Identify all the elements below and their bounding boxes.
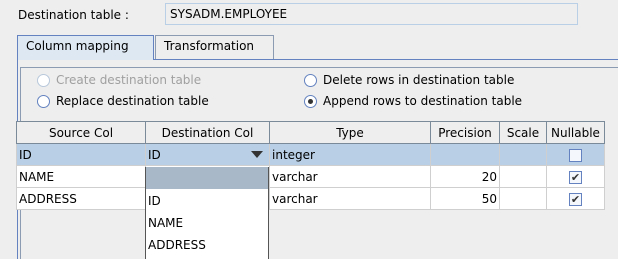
table-header-row: Source Col Destination Col Type Precisio… (16, 121, 605, 144)
precision-cell[interactable]: 20 (430, 165, 500, 188)
header-scale[interactable]: Scale (499, 121, 547, 144)
append-rows-option[interactable]: Append rows to destination table (304, 94, 522, 108)
nullable-cell[interactable]: ✔ (546, 165, 605, 188)
table-row[interactable]: NAME varchar 20 ✔ (16, 165, 605, 188)
delete-rows-option[interactable]: Delete rows in destination table (304, 73, 514, 87)
header-type[interactable]: Type (269, 121, 431, 144)
scale-cell[interactable] (499, 187, 547, 210)
nullable-checkbox[interactable]: ✔ (568, 170, 582, 184)
nullable-cell[interactable]: ✔ (546, 187, 605, 210)
nullable-checkbox[interactable]: ✔ (568, 192, 582, 206)
source-cell[interactable]: ADDRESS (16, 187, 146, 210)
header-source-col[interactable]: Source Col (16, 121, 146, 144)
destination-value: ID (148, 147, 161, 162)
create-dest-radio (37, 73, 50, 87)
header-precision[interactable]: Precision (430, 121, 500, 144)
destination-table-label: Destination table : (18, 8, 129, 22)
destination-table-field[interactable]: SYSADM.EMPLOYEE (165, 3, 578, 25)
scale-cell[interactable] (499, 143, 547, 166)
create-dest-option: Create destination table (37, 73, 201, 87)
header-destination-col[interactable]: Destination Col (145, 121, 270, 144)
type-cell[interactable]: varchar (269, 187, 431, 210)
append-rows-radio[interactable] (304, 94, 317, 108)
dropdown-option-address[interactable]: ADDRESS (146, 233, 268, 255)
destination-dropdown-list: ID NAME ADDRESS (145, 167, 269, 259)
dropdown-option-id[interactable]: ID (146, 189, 268, 211)
source-cell[interactable]: ID (16, 143, 146, 166)
precision-cell[interactable]: 50 (430, 187, 500, 210)
tab-transformation[interactable]: Transformation (155, 35, 274, 59)
replace-dest-label: Replace destination table (56, 94, 209, 108)
nullable-cell[interactable] (546, 143, 605, 166)
chevron-down-icon[interactable] (251, 151, 263, 158)
append-rows-label: Append rows to destination table (323, 94, 523, 108)
source-cell[interactable]: NAME (16, 165, 146, 188)
nullable-checkbox[interactable] (568, 148, 582, 162)
type-cell[interactable]: integer (269, 143, 431, 166)
dropdown-option-name[interactable]: NAME (146, 211, 268, 233)
create-dest-label: Create destination table (56, 73, 202, 87)
table-row[interactable]: ID ID integer (16, 143, 605, 166)
column-mapping-table: Source Col Destination Col Type Precisio… (16, 121, 605, 210)
scale-cell[interactable] (499, 165, 547, 188)
tab-bar: Column mapping Transformation (17, 35, 274, 60)
delete-rows-radio[interactable] (304, 73, 317, 87)
type-cell[interactable]: varchar (269, 165, 431, 188)
destination-combo[interactable]: ID (145, 143, 270, 166)
table-row[interactable]: ADDRESS varchar 50 ✔ (16, 187, 605, 210)
tab-column-mapping[interactable]: Column mapping (17, 35, 154, 60)
dropdown-option-empty[interactable] (146, 167, 268, 189)
radio-selected-dot (308, 98, 313, 104)
delete-rows-label: Delete rows in destination table (323, 73, 515, 87)
replace-dest-option[interactable]: Replace destination table (37, 94, 209, 108)
replace-dest-radio[interactable] (37, 94, 50, 108)
header-nullable[interactable]: Nullable (546, 121, 605, 144)
precision-cell[interactable] (430, 143, 500, 166)
